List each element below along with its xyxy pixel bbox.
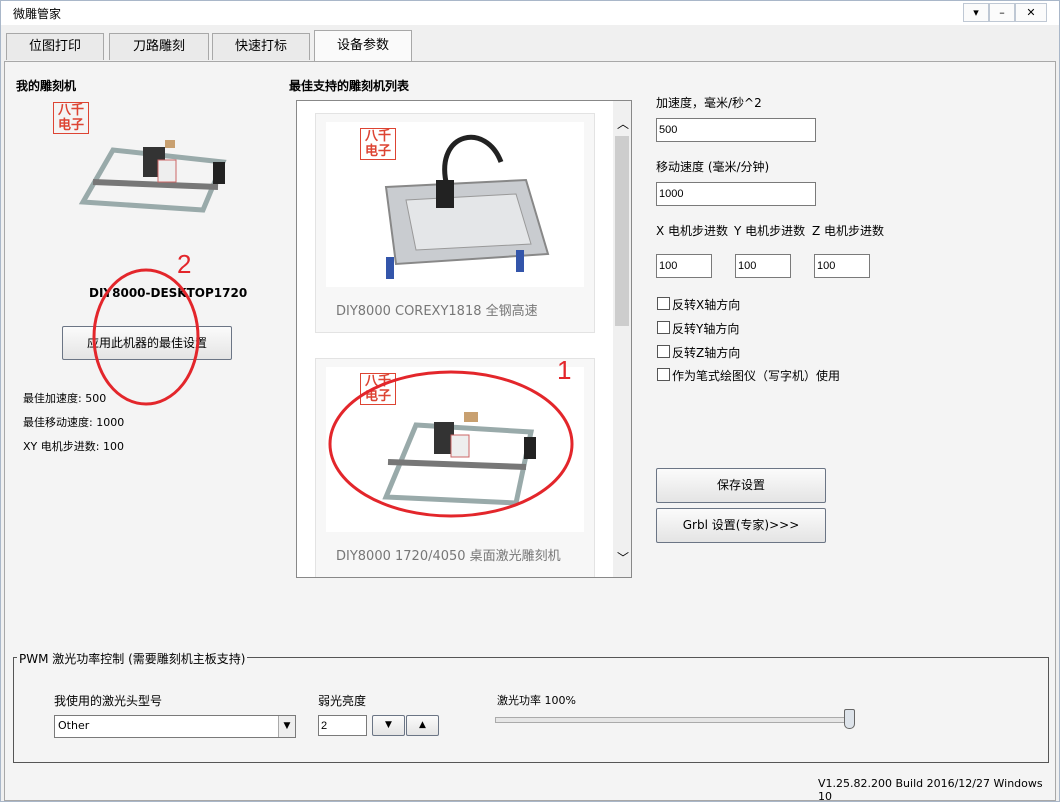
pwm-group-title: PWM 激光功率控制 (需要雕刻机主板支持)	[17, 650, 248, 667]
supported-machines-title: 最佳支持的雕刻机列表	[289, 79, 410, 93]
my-machine-name: DIY8000-DESKTOP1720	[89, 286, 248, 300]
xy-steps-stat: XY 电机步进数: 100	[23, 440, 124, 453]
title-bar: 微雕管家 ▾ – ✕	[1, 1, 1059, 25]
close-button[interactable]: ✕	[1015, 3, 1047, 22]
device-params-panel: 我的雕刻机 八千 电子 DIY8000-DESKTOP1720 应用此机器的最佳设…	[4, 61, 1056, 803]
machine-card-image: 八千 电子	[326, 122, 584, 287]
machine-card[interactable]: 八千 电子 DIY8000 COREXY1818 全钢高速	[315, 113, 595, 333]
my-machine-image: 八千 电子	[53, 102, 235, 252]
z-steps-label: Z 电机步进数	[812, 224, 885, 238]
invert-x-label: 反转X轴方向	[672, 298, 741, 312]
pwm-group	[13, 657, 1049, 763]
y-steps-input[interactable]	[735, 254, 791, 278]
tab-toolpath-engrave[interactable]: 刀路雕刻	[109, 33, 209, 60]
increase-button[interactable]: ▲	[406, 715, 439, 736]
accel-input[interactable]	[656, 118, 816, 142]
grbl-settings-button[interactable]: Grbl 设置(专家)>>>	[656, 508, 826, 543]
machine-list[interactable]: 八千 电子 DIY8000 COREXY1818 全钢高速 八千 电子 DIY8…	[296, 100, 632, 578]
laser-head-select[interactable]: Other ▼	[54, 715, 296, 738]
invert-z-checkbox[interactable]	[657, 345, 670, 358]
tab-bitmap-print[interactable]: 位图打印	[6, 33, 104, 60]
speed-label: 移动速度 (毫米/分钟)	[656, 160, 770, 174]
invert-y-checkbox[interactable]	[657, 321, 670, 334]
arrow-down-icon: ▼	[385, 720, 392, 730]
laser-engraver-image	[78, 140, 227, 213]
my-machine-title: 我的雕刻机	[16, 79, 77, 93]
best-accel-stat: 最佳加速度: 500	[23, 392, 107, 405]
x-steps-input[interactable]	[656, 254, 712, 278]
x-steps-label: X 电机步进数	[656, 224, 729, 238]
decrease-button[interactable]: ▼	[372, 715, 405, 736]
version-label: V1.25.82.200 Build 2016/12/27 Windows 10	[818, 777, 1043, 803]
scroll-up-icon[interactable]: ︿	[617, 115, 629, 132]
pen-plotter-checkbox[interactable]	[657, 368, 670, 381]
window-menu-button[interactable]: ▾	[963, 3, 989, 22]
tab-bar: 位图打印 刀路雕刻 快速打标 设备参数	[1, 29, 1059, 62]
window-title: 微雕管家	[13, 7, 62, 21]
laser-power-slider[interactable]	[495, 717, 852, 723]
laser-head-label: 我使用的激光头型号	[54, 694, 163, 708]
save-settings-button[interactable]: 保存设置	[656, 468, 826, 503]
list-scrollbar[interactable]: ︿ ﹀	[613, 101, 631, 577]
laser-head-value: Other	[58, 719, 90, 732]
scrollbar-thumb[interactable]	[615, 136, 629, 326]
dropdown-arrow-icon[interactable]: ▼	[278, 716, 295, 737]
tab-device-params[interactable]: 设备参数	[314, 30, 412, 62]
arrow-up-icon: ▲	[419, 720, 426, 730]
invert-z-label: 反转Z轴方向	[672, 346, 741, 360]
machine-card-image: 八千 电子	[326, 367, 584, 532]
app-window: 微雕管家 ▾ – ✕ 位图打印 刀路雕刻 快速打标 设备参数 我的雕刻机 八千电…	[0, 0, 1060, 803]
machine-card[interactable]: 八千 电子 DIY8000 1720/4050 桌面激光雕刻机	[315, 358, 595, 577]
machine-card-name: DIY8000 1720/4050 桌面激光雕刻机	[336, 549, 561, 564]
pen-plotter-label: 作为笔式绘图仪（写字机）使用	[672, 369, 841, 383]
slider-thumb[interactable]	[844, 709, 855, 729]
y-steps-label: Y 电机步进数	[734, 224, 806, 238]
scroll-down-icon[interactable]: ﹀	[617, 549, 629, 566]
minimize-button[interactable]: –	[989, 3, 1015, 22]
apply-best-settings-button[interactable]: 应用此机器的最佳设置	[62, 326, 232, 360]
invert-x-checkbox[interactable]	[657, 297, 670, 310]
machine-card-name: DIY8000 COREXY1818 全钢高速	[336, 304, 538, 319]
laser-power-label: 激光功率 100%	[497, 694, 576, 707]
corexy-engraver-image	[384, 134, 550, 279]
z-steps-input[interactable]	[814, 254, 870, 278]
best-speed-stat: 最佳移动速度: 1000	[23, 416, 125, 429]
desktop-engraver-image	[382, 412, 536, 506]
invert-y-label: 反转Y轴方向	[672, 322, 740, 336]
weak-light-input[interactable]	[318, 715, 367, 736]
accel-label: 加速度，毫米/秒^2	[656, 96, 762, 110]
tab-quick-mark[interactable]: 快速打标	[212, 33, 310, 60]
weak-light-label: 弱光亮度	[318, 694, 367, 708]
speed-input[interactable]	[656, 182, 816, 206]
